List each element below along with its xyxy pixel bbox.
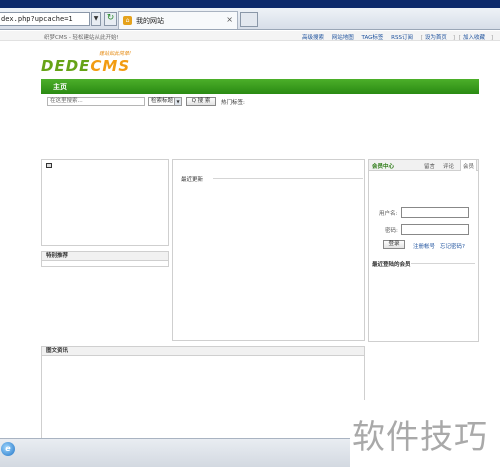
- register-link[interactable]: 注册帐号: [413, 242, 435, 250]
- watermark: 软件技巧: [352, 417, 488, 456]
- search-input[interactable]: 在这里搜索...: [47, 97, 145, 106]
- login-button[interactable]: 登录: [383, 240, 405, 249]
- hot-tags-label: 热门标签:: [221, 100, 245, 106]
- close-icon[interactable]: ×: [226, 15, 233, 24]
- tab-messages[interactable]: 留言: [424, 162, 435, 170]
- title-bar: [0, 0, 500, 8]
- picture-news-title: 图文资讯: [42, 347, 364, 356]
- refresh-icon[interactable]: ↻: [104, 12, 117, 26]
- bracket: [: [420, 35, 423, 41]
- featured-panel: 特别推荐: [41, 251, 169, 267]
- tab-comments[interactable]: 评论: [443, 162, 454, 170]
- web-page: 织梦CMS - 轻松建站从此开始! 高级搜索 网站地图 TAG标签 RSS订阅 …: [0, 31, 500, 438]
- bracket: [: [458, 35, 461, 41]
- picture-news-panel: 图文资讯: [41, 346, 365, 438]
- link-tags[interactable]: TAG标签: [362, 35, 384, 41]
- link-site-map[interactable]: 网站地图: [332, 35, 354, 41]
- browser-toolbar: dex.php?upcache=1 ▼ ↻ ⌂ 我的网站 ×: [0, 8, 500, 30]
- member-center-title: 会员中心: [372, 164, 395, 170]
- latest-title: 最近更新: [181, 177, 204, 183]
- browser-tab[interactable]: ⌂ 我的网站 ×: [118, 11, 238, 29]
- username-label: 用户名:: [379, 211, 398, 217]
- logo-text: DEDECMS: [41, 57, 130, 75]
- search-type-value: 检索标题: [151, 98, 174, 104]
- divider: [411, 263, 475, 264]
- focus-image-panel: [41, 159, 169, 246]
- password-label: 密码:: [385, 228, 398, 234]
- logo-text-a: DEDE: [41, 57, 91, 75]
- site-logo[interactable]: 建站如此简单! DEDECMS: [41, 49, 151, 79]
- search-bar: 在这里搜索... 检索标题 ▼ Q 搜 索 热门标签:: [41, 95, 479, 107]
- image-placeholder-icon: [46, 163, 52, 168]
- welcome-text: 织梦CMS - 轻松建站从此开始!: [44, 35, 119, 41]
- member-tabs: 会员中心 留言 评论 会员: [369, 160, 478, 171]
- member-panel: 会员中心 留言 评论 会员 用户名: 密码: 登录 注册帐号 忘记密码? 最近登…: [368, 159, 479, 342]
- top-links: 高级搜索 网站地图 TAG标签 RSS订阅 [设为首页] [加入收藏]: [302, 33, 495, 41]
- ie-browser-icon: e: [1, 442, 15, 456]
- address-bar[interactable]: dex.php?upcache=1: [0, 12, 90, 26]
- top-bar: 织梦CMS - 轻松建站从此开始! 高级搜索 网站地图 TAG标签 RSS订阅 …: [0, 31, 500, 41]
- tab-title: 我的网站: [136, 17, 164, 25]
- forgot-password-link[interactable]: 忘记密码?: [440, 242, 465, 250]
- new-tab-button[interactable]: [240, 12, 258, 27]
- status-bar: e: [0, 438, 350, 467]
- bracket: ]: [490, 35, 494, 41]
- search-type-select[interactable]: 检索标题 ▼: [148, 97, 182, 106]
- main-nav: 主页: [41, 79, 479, 94]
- nav-item-home[interactable]: 主页: [53, 82, 67, 92]
- recent-members-title: 最近登陆的会员: [372, 262, 411, 268]
- divider: [213, 178, 363, 179]
- featured-title: 特别推荐: [42, 252, 168, 261]
- address-dropdown-button[interactable]: ▼: [91, 12, 101, 26]
- logo-text-b: CMS: [90, 57, 131, 75]
- link-set-homepage[interactable]: 设为首页: [425, 35, 447, 41]
- bracket: ]: [452, 35, 456, 41]
- password-field[interactable]: [401, 224, 469, 235]
- house-icon: ⌂: [123, 16, 132, 25]
- link-add-favorite[interactable]: 加入收藏: [463, 35, 485, 41]
- link-advanced-search[interactable]: 高级搜索: [302, 35, 324, 41]
- link-rss[interactable]: RSS订阅: [391, 35, 413, 41]
- featured-body: [42, 261, 168, 266]
- tab-members[interactable]: 会员: [460, 160, 478, 171]
- chevron-down-icon: ▼: [174, 98, 181, 105]
- logo-slogan: 建站如此简单!: [99, 51, 132, 57]
- username-field[interactable]: [401, 207, 469, 218]
- latest-panel: 最近更新: [172, 159, 365, 341]
- search-button[interactable]: Q 搜 索: [186, 97, 216, 106]
